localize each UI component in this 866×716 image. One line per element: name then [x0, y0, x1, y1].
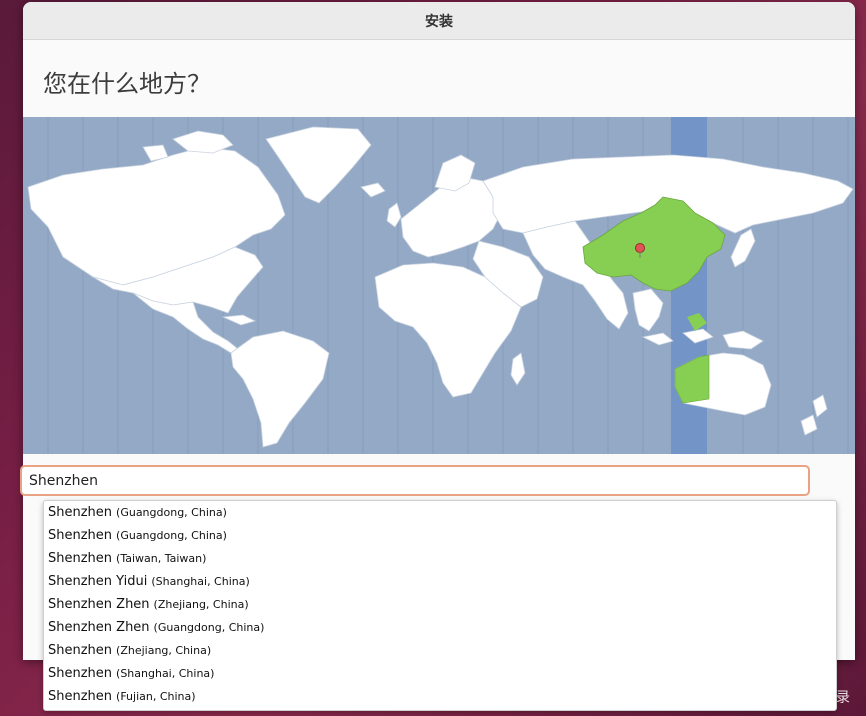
suggestion-item[interactable]: Shenzhen (Shanghai, China) [44, 662, 836, 685]
suggestion-place: Shenzhen [48, 643, 113, 658]
suggestion-place: Shenzhen [48, 505, 113, 520]
location-suggestions-list[interactable]: Shenzhen (Guangdong, China) Shenzhen (Guang… [43, 500, 837, 711]
suggestion-place: Shenzhen [48, 689, 113, 704]
suggestion-region: (Fujian, China) [116, 690, 196, 703]
suggestion-item[interactable]: Shenzhen Zhen (Guangdong, China) [44, 616, 836, 639]
suggestion-region: (Zhejiang, China) [153, 598, 249, 611]
suggestion-item[interactable]: Shenzhen (Fujian, China) [44, 685, 836, 708]
suggestion-place: Shenzhen [48, 528, 113, 543]
suggestion-item[interactable]: Shenzhen (Zhejiang, China) [44, 639, 836, 662]
suggestion-item[interactable]: Shenzhen (Taiwan, Taiwan) [44, 547, 836, 570]
land-masses [27, 126, 854, 448]
window-title: 安装 [425, 13, 453, 30]
suggestion-item[interactable]: Shenzhen (Guangdong, China) [44, 524, 836, 547]
suggestion-place: Shenzhen Zhen [48, 620, 150, 635]
suggestion-region: (Shanghai, China) [151, 575, 250, 588]
timezone-map[interactable] [23, 117, 855, 454]
suggestion-region: (Guangdong, China) [116, 506, 227, 519]
suggestion-place: Shenzhen Yidui [48, 574, 148, 589]
suggestion-place: Shenzhen [48, 666, 113, 681]
location-search-input[interactable] [20, 465, 810, 496]
suggestion-place: Shenzhen Zhen [48, 597, 150, 612]
suggestion-region: (Zhejiang, China) [116, 644, 212, 657]
suggestion-region: (Shanghai, China) [116, 667, 215, 680]
suggestion-place: Shenzhen [48, 551, 113, 566]
suggestion-item[interactable]: Shenzhen (Guangdong, China) [44, 501, 836, 524]
suggestion-item[interactable]: Shenzhen Zhen (Zhejiang, China) [44, 593, 836, 616]
page-title: 您在什么地方？ [43, 70, 211, 98]
suggestion-region: (Taiwan, Taiwan) [116, 552, 207, 565]
suggestion-region: (Guangdong, China) [153, 621, 265, 634]
watermark: CSDN @容.CAI.录 [731, 690, 850, 706]
world-map-svg [27, 117, 854, 454]
suggestion-item[interactable]: Shenzhen Yidui (Shanghai, China) [44, 570, 836, 593]
suggestion-region: (Guangdong, China) [116, 529, 227, 542]
window-titlebar: 安装 [23, 2, 855, 40]
